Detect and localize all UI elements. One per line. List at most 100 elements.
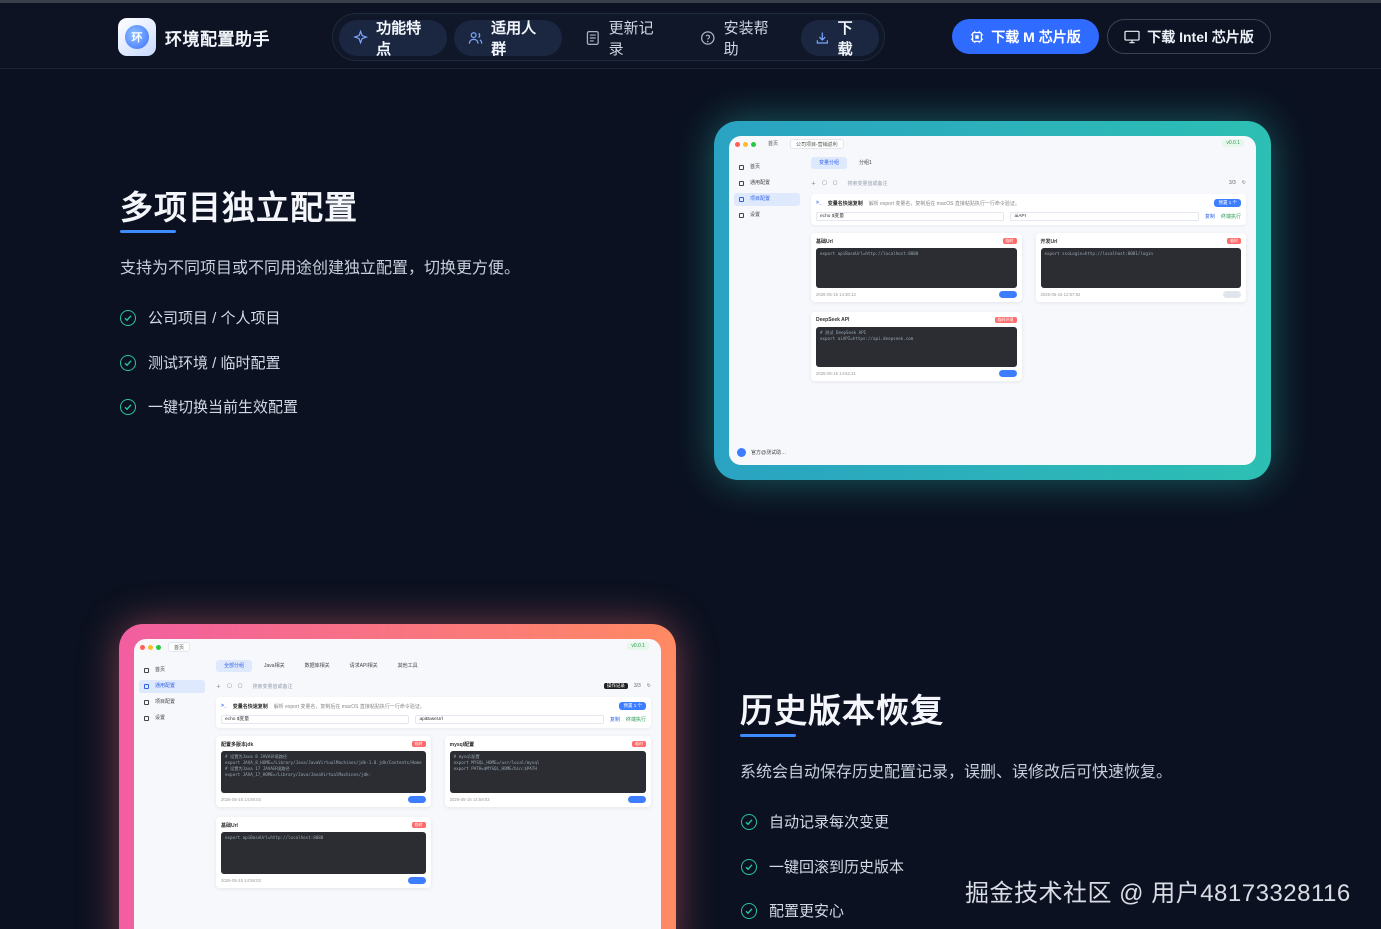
refresh-icon: ↻ xyxy=(646,683,651,689)
section-title-multi-project: 多项目独立配置 xyxy=(120,189,358,226)
mock-group-tabs: 全部分组 Java相关 数据库相关 请求API相关 其他工具 xyxy=(216,659,651,673)
mock-quick-copy: >_ 变量名快速复制 解析 export 变量名，复制后在 macOS 直接粘贴… xyxy=(216,697,651,728)
mock-tab: Java相关 xyxy=(264,663,285,669)
mock-tab: 分组1 xyxy=(859,160,872,166)
mock-sidebar-item: 通用配置 xyxy=(734,177,800,190)
check-circle-icon xyxy=(741,902,757,919)
feature-label: 公司项目 / 个人项目 xyxy=(148,310,281,327)
feature-item: 配置更安心 xyxy=(741,900,844,921)
window-tab: 首页 xyxy=(768,141,779,147)
window-tab: 首页 xyxy=(168,642,191,652)
mock-cards: 配置多版本jdk 临时 # 设置为Java 8 JAVA环境路径 export J… xyxy=(216,736,651,888)
mock-sidebar-item: 项目配置 xyxy=(734,193,800,206)
nav-label: 适用人群 xyxy=(491,20,537,58)
mock-group-tabs: 变量分组 分组1 xyxy=(811,156,1246,170)
version-badge: v0.0.1 xyxy=(1222,139,1244,147)
brand-name[interactable]: 环境配置助手 xyxy=(165,25,270,50)
check-circle-icon xyxy=(120,398,136,415)
app-window: 首页 公司项目-营销返利 v0.0.1 首页 通用配置 项目配置 设置 官方@测… xyxy=(729,136,1256,465)
feature-item: 一键切换当前生效配置 xyxy=(120,396,298,417)
file-icon: ▢ xyxy=(832,180,838,186)
feature-item: 公司项目 / 个人项目 xyxy=(120,307,281,328)
chip-icon xyxy=(971,30,984,43)
check-circle-icon xyxy=(741,858,757,875)
mock-tab: 请求API相关 xyxy=(349,663,378,669)
nav-item-install-help[interactable]: 安装帮助 xyxy=(686,20,796,58)
nav-item-features[interactable]: 功能特点 xyxy=(339,20,447,58)
section-title-history: 历史版本恢复 xyxy=(740,692,944,729)
version-badge: v0.0.1 xyxy=(627,642,649,650)
mock-sidebar-item: 通用配置 xyxy=(139,680,205,693)
download-m-label: 下载 M 芯片版 xyxy=(991,28,1081,45)
mock-main: 全部分组 Java相关 数据库相关 请求API相关 其他工具 ＋ ▢ ▢ 搜索变… xyxy=(216,659,651,929)
mock-env-card: mysql配置 临时 # mysql配置 export MYSQL_HOME=/u… xyxy=(444,736,651,807)
zoom-dot-icon xyxy=(156,644,161,650)
mock-tab: 全部分组 xyxy=(216,660,253,672)
page-indicator: 3/3 xyxy=(1228,180,1236,186)
minimize-dot-icon xyxy=(148,644,153,650)
feature-label: 一键切换当前生效配置 xyxy=(148,399,299,416)
zoom-dot-icon xyxy=(751,141,756,147)
watermark: 掘金技术社区 @ 用户48173328116 xyxy=(965,880,1351,907)
mock-sidebar-item: 首页 xyxy=(139,664,205,677)
mock-sidebar-item: 设置 xyxy=(734,209,800,222)
mock-cards: 基础Url 临时 export apiBaseUrl=http://localho… xyxy=(811,233,1246,381)
download-intel-label: 下载 Intel 芯片版 xyxy=(1147,28,1254,45)
mock-search: 搜索变量值或备注 xyxy=(252,683,293,690)
feature-label: 自动记录每次变更 xyxy=(769,814,890,831)
mock-env-card: 配置多版本jdk 临时 # 设置为Java 8 JAVA环境路径 export J… xyxy=(216,736,431,807)
app-window: 首页 v0.0.1 首页 通用配置 项目配置 设置 全部分组 Java相关 数据… xyxy=(134,639,661,929)
plus-icon: ＋ xyxy=(216,683,222,690)
feature-item: 一键回滚到历史版本 xyxy=(741,856,904,877)
window-titlebar: 首页 公司项目-营销返利 v0.0.1 xyxy=(729,136,1256,152)
nav-menu: 功能特点 适用人群 更新记录 安装帮助 下载 xyxy=(332,13,885,61)
mock-search: 搜索变量值或备注 xyxy=(847,180,888,187)
check-circle-icon xyxy=(120,354,136,371)
window-titlebar: 首页 v0.0.1 xyxy=(134,639,661,655)
mock-sidebar-item: 项目配置 xyxy=(139,696,205,709)
nav-label: 下载 xyxy=(837,20,853,58)
user-avatar xyxy=(737,448,746,457)
feature-label: 配置更安心 xyxy=(769,903,845,920)
history-tooltip: 操作记录 xyxy=(603,683,628,689)
mock-tab: 数据库相关 xyxy=(304,663,330,669)
mock-env-card: 基础Url 临时 export apiBaseUrl=http://localho… xyxy=(216,817,431,888)
section-desc-history: 系统会自动保存历史配置记录，误删、误修改后可快速恢复。 xyxy=(740,764,1173,781)
mock-toolbar: ＋ ▢ ▢ 搜索变量值或备注 操作记录 3/3 ↻ xyxy=(216,679,651,693)
download-intel-button[interactable]: 下载 Intel 芯片版 xyxy=(1107,19,1271,54)
nav-item-download[interactable]: 下载 xyxy=(801,20,879,58)
mock-env-card: 基础Url 临时 export apiBaseUrl=http://localho… xyxy=(811,233,1022,302)
plus-icon: ＋ xyxy=(811,180,817,187)
nav-item-changelog[interactable]: 更新记录 xyxy=(571,20,681,58)
app-logo[interactable]: 环 xyxy=(118,18,156,56)
document-icon xyxy=(586,31,599,45)
check-circle-icon xyxy=(741,813,757,830)
file-icon: ▢ xyxy=(822,180,827,186)
app-screenshot-history: 首页 v0.0.1 首页 通用配置 项目配置 设置 全部分组 Java相关 数据… xyxy=(119,624,676,929)
mock-tab: 其他工具 xyxy=(397,663,418,669)
download-m-chip-button[interactable]: 下载 M 芯片版 xyxy=(952,19,1099,54)
mock-env-card: DeepSeek API 临时环境 # 测试 DeepSeek API expor… xyxy=(811,312,1022,381)
mock-sidebar-item: 首页 xyxy=(734,161,800,174)
refresh-icon: ↻ xyxy=(1241,180,1246,186)
mock-quick-copy: >_ 变量名快速复制 解析 export 变量名，复制后在 macOS 直接粘贴… xyxy=(811,194,1246,225)
monitor-icon xyxy=(1124,30,1140,43)
mock-sidebar-item: 设置 xyxy=(139,712,205,725)
mock-tab: 变量分组 xyxy=(811,157,848,169)
mock-sidebar: 首页 通用配置 项目配置 设置 xyxy=(729,158,805,465)
top-nav: 环 环境配置助手 功能特点 适用人群 更新记录 安装帮助 下载 下载 M 芯片版… xyxy=(0,3,1381,69)
nav-label: 更新记录 xyxy=(608,20,654,58)
mock-sidebar: 首页 通用配置 项目配置 设置 xyxy=(134,661,210,929)
title-underline xyxy=(740,734,796,737)
mock-env-card: 开发Url 临时 export ssoLogin=http://localhost… xyxy=(1035,233,1246,302)
minimize-dot-icon xyxy=(743,141,748,147)
window-tab: 公司项目-营销返利 xyxy=(790,139,844,149)
mock-main: 变量分组 分组1 ＋ ▢ ▢ 搜索变量值或备注 3/3 ↻ >_ 变量名快速复制… xyxy=(811,156,1246,457)
mock-toolbar: ＋ ▢ ▢ 搜索变量值或备注 3/3 ↻ xyxy=(811,176,1246,190)
users-icon xyxy=(468,32,483,44)
nav-item-audience[interactable]: 适用人群 xyxy=(454,20,562,58)
nav-label: 安装帮助 xyxy=(723,20,769,58)
feature-label: 测试环境 / 临时配置 xyxy=(148,355,281,372)
file-icon: ▢ xyxy=(227,683,232,689)
app-screenshot-multi-project: 首页 公司项目-营销返利 v0.0.1 首页 通用配置 项目配置 设置 官方@测… xyxy=(714,121,1271,480)
